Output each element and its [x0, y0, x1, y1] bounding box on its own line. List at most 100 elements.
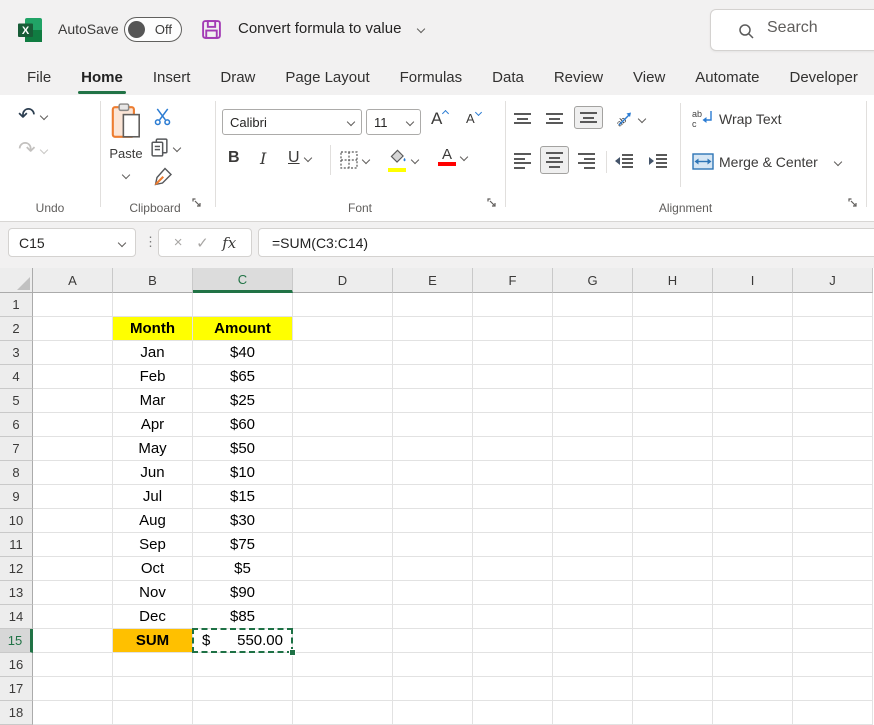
chevron-down-icon[interactable] [411, 156, 419, 164]
cell-E9[interactable] [393, 485, 473, 509]
fill-handle[interactable] [289, 649, 296, 656]
cut-button[interactable] [153, 107, 172, 126]
cell-G3[interactable] [553, 341, 633, 365]
cell-C1[interactable] [193, 293, 293, 317]
cell-J5[interactable] [793, 389, 873, 413]
cell-A3[interactable] [33, 341, 113, 365]
cell-F6[interactable] [473, 413, 553, 437]
chevron-down-icon[interactable] [122, 171, 130, 179]
cell-F11[interactable] [473, 533, 553, 557]
cell-C2[interactable]: Amount [193, 317, 293, 341]
cell-J2[interactable] [793, 317, 873, 341]
cell-C16[interactable] [193, 653, 293, 677]
chevron-down-icon[interactable] [460, 152, 468, 160]
undo-button[interactable]: ↶ [18, 105, 47, 126]
cell-C18[interactable] [193, 701, 293, 725]
cell-A11[interactable] [33, 533, 113, 557]
cell-C7[interactable]: $50 [193, 437, 293, 461]
cell-H17[interactable] [633, 677, 713, 701]
cell-A18[interactable] [33, 701, 113, 725]
cell-E13[interactable] [393, 581, 473, 605]
cell-C11[interactable]: $75 [193, 533, 293, 557]
cell-D3[interactable] [293, 341, 393, 365]
redo-button[interactable]: ↷ [18, 139, 47, 160]
cell-J17[interactable] [793, 677, 873, 701]
cell-I8[interactable] [713, 461, 793, 485]
cell-G14[interactable] [553, 605, 633, 629]
cell-D14[interactable] [293, 605, 393, 629]
cell-J12[interactable] [793, 557, 873, 581]
cell-I1[interactable] [713, 293, 793, 317]
cell-G4[interactable] [553, 365, 633, 389]
cell-B1[interactable] [113, 293, 193, 317]
row-header-9[interactable]: 9 [0, 485, 33, 509]
tab-automate[interactable]: Automate [680, 60, 774, 95]
tab-draw[interactable]: Draw [205, 60, 270, 95]
row-header-4[interactable]: 4 [0, 365, 33, 389]
cell-F15[interactable] [473, 629, 553, 653]
cell-J14[interactable] [793, 605, 873, 629]
column-header-C[interactable]: C [193, 268, 293, 293]
cell-E12[interactable] [393, 557, 473, 581]
cell-H3[interactable] [633, 341, 713, 365]
cell-H16[interactable] [633, 653, 713, 677]
italic-button[interactable]: I [260, 149, 266, 168]
row-header-5[interactable]: 5 [0, 389, 33, 413]
column-header-G[interactable]: G [553, 268, 633, 293]
cell-F17[interactable] [473, 677, 553, 701]
cell-I5[interactable] [713, 389, 793, 413]
autosave-toggle[interactable]: Off [124, 17, 182, 42]
cell-A9[interactable] [33, 485, 113, 509]
cell-B2[interactable]: Month [113, 317, 193, 341]
align-left-button[interactable] [514, 153, 531, 169]
cell-E4[interactable] [393, 365, 473, 389]
cell-G12[interactable] [553, 557, 633, 581]
cell-F10[interactable] [473, 509, 553, 533]
cell-A4[interactable] [33, 365, 113, 389]
row-header-1[interactable]: 1 [0, 293, 33, 317]
cell-H9[interactable] [633, 485, 713, 509]
row-header-2[interactable]: 2 [0, 317, 33, 341]
row-header-13[interactable]: 13 [0, 581, 33, 605]
cell-C14[interactable]: $85 [193, 605, 293, 629]
cell-E2[interactable] [393, 317, 473, 341]
align-right-button[interactable] [578, 153, 595, 169]
cell-C8[interactable]: $10 [193, 461, 293, 485]
decrease-indent-button[interactable] [614, 153, 634, 169]
cell-B8[interactable]: Jun [113, 461, 193, 485]
paste-button[interactable]: Paste [103, 103, 149, 183]
row-header-15[interactable]: 15 [0, 629, 33, 653]
cell-G18[interactable] [553, 701, 633, 725]
cell-J10[interactable] [793, 509, 873, 533]
cell-D11[interactable] [293, 533, 393, 557]
cell-J16[interactable] [793, 653, 873, 677]
cell-H15[interactable] [633, 629, 713, 653]
cell-E10[interactable] [393, 509, 473, 533]
cell-E3[interactable] [393, 341, 473, 365]
tab-page-layout[interactable]: Page Layout [270, 60, 384, 95]
cell-I15[interactable] [713, 629, 793, 653]
cell-A6[interactable] [33, 413, 113, 437]
cell-F2[interactable] [473, 317, 553, 341]
chevron-down-icon[interactable] [362, 156, 370, 164]
chevron-down-icon[interactable] [118, 238, 126, 246]
cell-I10[interactable] [713, 509, 793, 533]
column-header-D[interactable]: D [293, 268, 393, 293]
cell-J4[interactable] [793, 365, 873, 389]
cell-E11[interactable] [393, 533, 473, 557]
bottom-align-button[interactable] [574, 106, 603, 129]
cell-C9[interactable]: $15 [193, 485, 293, 509]
cell-B15[interactable]: SUM [113, 629, 193, 653]
cell-E8[interactable] [393, 461, 473, 485]
search-input[interactable] [767, 19, 867, 37]
orientation-button[interactable]: ab [614, 109, 645, 129]
font-color-button[interactable]: A [438, 147, 467, 166]
cell-F5[interactable] [473, 389, 553, 413]
cell-A16[interactable] [33, 653, 113, 677]
cell-A1[interactable] [33, 293, 113, 317]
cell-J18[interactable] [793, 701, 873, 725]
cell-F18[interactable] [473, 701, 553, 725]
cell-I6[interactable] [713, 413, 793, 437]
cell-H18[interactable] [633, 701, 713, 725]
cell-A13[interactable] [33, 581, 113, 605]
